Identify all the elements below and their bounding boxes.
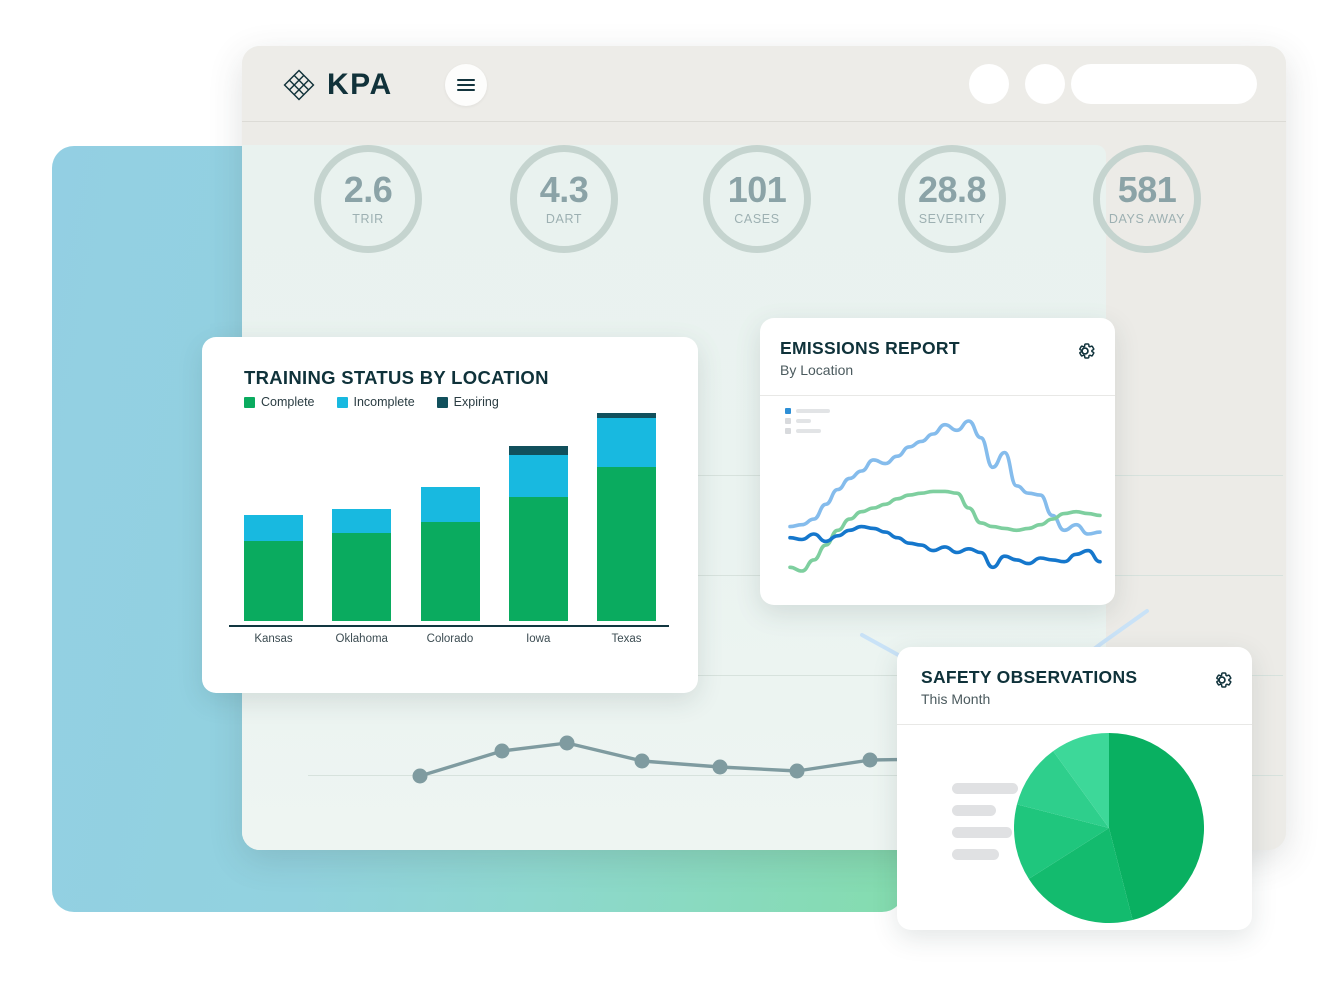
bar-segment-incomplete (509, 455, 568, 497)
legend-label: Expiring (454, 395, 499, 409)
bar-column-oklahoma[interactable] (332, 413, 391, 621)
legend-label: Complete (261, 395, 315, 409)
safety-card-title: SAFETY OBSERVATIONS (921, 667, 1137, 688)
training-bar-chart (244, 413, 656, 621)
window-circle-button-1[interactable] (969, 64, 1009, 104)
kpa-diamond-logo-icon (282, 68, 316, 102)
legend-item-incomplete: Incomplete (337, 395, 415, 409)
screenshot-root: KPA (0, 0, 1335, 986)
kpi-ring-cases[interactable]: 101 CASES (703, 145, 811, 253)
emissions-line-series-1 (790, 421, 1100, 534)
x-axis-label: Texas (597, 633, 656, 645)
emissions-card-title: EMISSIONS REPORT (780, 338, 960, 359)
bar-segment-incomplete (332, 509, 391, 533)
bar-chart-x-axis-labels: Kansas Oklahoma Colorado Iowa Texas (244, 633, 656, 645)
search-bar-placeholder[interactable] (1071, 64, 1257, 104)
kpi-value: 2.6 (344, 172, 393, 208)
kpi-value: 4.3 (540, 172, 589, 208)
safety-card-subtitle: This Month (921, 691, 990, 707)
kpi-label: TRIR (352, 212, 384, 226)
x-axis-label: Oklahoma (332, 633, 391, 645)
window-titlebar: KPA (242, 46, 1286, 122)
burger-line (457, 79, 475, 81)
bar-column-kansas[interactable] (244, 413, 303, 621)
bar-segment-incomplete (597, 418, 656, 466)
placeholder-bar (952, 783, 1018, 794)
gear-icon[interactable] (1210, 668, 1234, 692)
brand-logo[interactable]: KPA (282, 68, 393, 102)
brand-name: KPA (327, 68, 393, 102)
kpi-label: DART (546, 212, 582, 226)
training-card-title: TRAINING STATUS BY LOCATION (244, 367, 549, 389)
kpi-ring-dart[interactable]: 4.3 DART (510, 145, 618, 253)
legend-swatch (437, 397, 448, 408)
emissions-card-subtitle: By Location (780, 362, 853, 378)
training-legend: Complete Incomplete Expiring (244, 395, 499, 409)
kpi-value: 101 (728, 172, 787, 208)
hamburger-menu-icon[interactable] (445, 64, 487, 106)
bar-segment-complete (509, 497, 568, 621)
kpi-label: SEVERITY (919, 212, 986, 226)
bar-segment-complete (421, 522, 480, 621)
legend-swatch (244, 397, 255, 408)
emissions-line-chart (760, 396, 1115, 605)
bar-segment-complete (597, 467, 656, 621)
kpi-ring-days-away[interactable]: 581 DAYS AWAY (1093, 145, 1201, 253)
x-axis-label: Kansas (244, 633, 303, 645)
legend-item-complete: Complete (244, 395, 315, 409)
x-axis-label: Iowa (509, 633, 568, 645)
safety-card-header: SAFETY OBSERVATIONS This Month (897, 647, 1252, 725)
legend-label: Incomplete (354, 395, 415, 409)
kpi-ring-trir[interactable]: 2.6 TRIR (314, 145, 422, 253)
kpi-label: CASES (734, 212, 779, 226)
emissions-card-header: EMISSIONS REPORT By Location (760, 318, 1115, 396)
chart-axis-line (229, 625, 669, 627)
bar-column-texas[interactable] (597, 413, 656, 621)
legend-item-expiring: Expiring (437, 395, 499, 409)
bar-segment-expiring (509, 446, 568, 455)
kpi-ring-severity[interactable]: 28.8 SEVERITY (898, 145, 1006, 253)
kpi-label: DAYS AWAY (1109, 212, 1185, 226)
safety-chart-area (897, 725, 1252, 930)
kpi-value: 581 (1118, 172, 1177, 208)
bar-segment-complete (332, 533, 391, 621)
burger-line (457, 84, 475, 86)
bar-segment-complete (244, 541, 303, 621)
x-axis-label: Colorado (421, 633, 480, 645)
bar-column-iowa[interactable] (509, 413, 568, 621)
emissions-chart-area (760, 396, 1115, 605)
safety-observations-card: SAFETY OBSERVATIONS This Month (897, 647, 1252, 930)
placeholder-bar (952, 805, 996, 816)
safety-placeholder-legend (952, 783, 1018, 871)
kpi-ring-row: 2.6 TRIR 4.3 DART 101 CASES 28.8 SEVERIT… (242, 145, 1286, 325)
gear-icon[interactable] (1073, 339, 1097, 363)
placeholder-bar (952, 827, 1012, 838)
training-status-card: TRAINING STATUS BY LOCATION Complete Inc… (202, 337, 698, 693)
safety-pie-chart (1014, 733, 1204, 923)
kpi-value: 28.8 (918, 172, 986, 208)
bar-segment-incomplete (421, 487, 480, 521)
bar-column-colorado[interactable] (421, 413, 480, 621)
legend-swatch (337, 397, 348, 408)
window-circle-button-2[interactable] (1025, 64, 1065, 104)
bar-segment-incomplete (244, 515, 303, 541)
placeholder-bar (952, 849, 999, 860)
emissions-report-card: EMISSIONS REPORT By Location (760, 318, 1115, 605)
burger-line (457, 89, 475, 91)
